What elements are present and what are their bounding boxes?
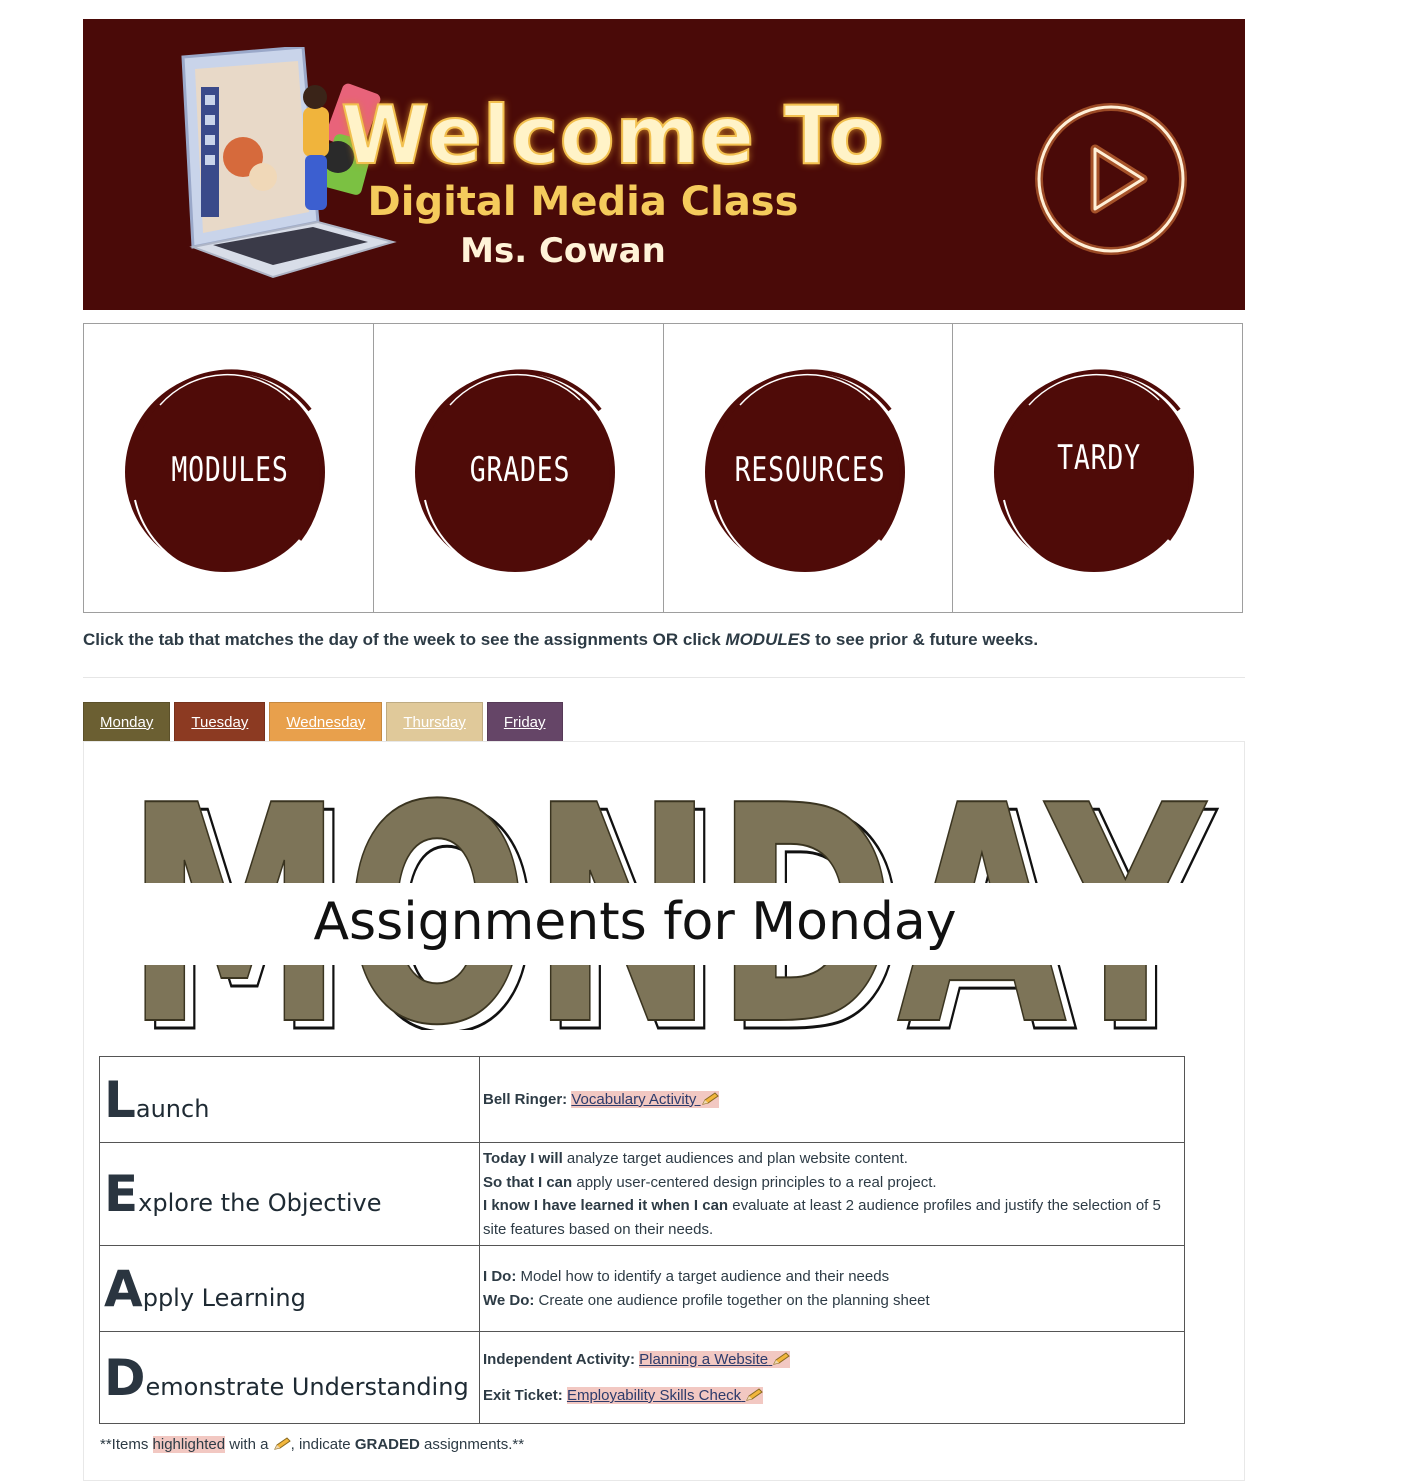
- instruction-text: Click the tab that matches the day of th…: [83, 630, 1039, 649]
- table-row: Apply Learning I Do: Model how to identi…: [99, 1245, 1185, 1332]
- planning-a-website-link[interactable]: Planning a Website: [639, 1350, 791, 1368]
- nav-label: RESOURCES: [734, 450, 885, 490]
- apply-label: Apply Learning: [99, 1245, 480, 1332]
- employability-skills-check-link[interactable]: Employability Skills Check: [566, 1387, 764, 1404]
- launch-content: Bell Ringer: Vocabulary Activity: [479, 1056, 1185, 1143]
- divider: [83, 677, 1245, 678]
- pencil-icon: [746, 1388, 764, 1401]
- nav-grid: MODULES GRADES RESOURCES TARDY: [83, 323, 1243, 613]
- nav-label: MODULES: [171, 450, 289, 490]
- tab-thursday[interactable]: Thursday: [386, 702, 483, 741]
- nav-grades-button[interactable]: GRADES: [374, 324, 664, 612]
- vocabulary-activity-link[interactable]: Vocabulary Activity: [571, 1090, 719, 1108]
- table-row: Demonstrate Understanding Independent Ac…: [99, 1331, 1185, 1424]
- nav-label: TARDY: [1057, 438, 1142, 478]
- day-tabs: Monday Tuesday Wednesday Thursday Friday: [83, 702, 563, 741]
- table-row: Explore the Objective Today I will analy…: [99, 1142, 1185, 1246]
- welcome-banner: Welcome To Digital Media Class Ms. Cowan: [83, 19, 1245, 310]
- instruction-emphasis: MODULES: [725, 630, 811, 649]
- table-row: Launch Bell Ringer: Vocabulary Activity: [99, 1056, 1185, 1143]
- tab-friday[interactable]: Friday: [486, 702, 563, 741]
- nav-resources-button[interactable]: RESOURCES: [664, 324, 954, 612]
- lead-table: Launch Bell Ringer: Vocabulary Activity …: [99, 1056, 1185, 1424]
- graded-footnote: **Items highlighted with a , indicate GR…: [100, 1436, 525, 1453]
- pencil-icon: [773, 1351, 791, 1365]
- play-icon[interactable]: [1033, 101, 1189, 257]
- pencil-icon: [701, 1092, 719, 1105]
- apply-content: I Do: Model how to identify a target aud…: [479, 1245, 1185, 1332]
- tab-wednesday[interactable]: Wednesday: [269, 702, 383, 741]
- assignments-subtitle: Assignments for Monday: [313, 892, 957, 952]
- highlight-sample: highlighted: [152, 1436, 226, 1453]
- demonstrate-content: Independent Activity: Planning a Website…: [479, 1331, 1185, 1424]
- nav-tardy-button[interactable]: TARDY: [953, 324, 1242, 612]
- explore-label: Explore the Objective: [99, 1142, 480, 1246]
- launch-label: Launch: [99, 1056, 480, 1143]
- tab-tuesday[interactable]: Tuesday: [174, 702, 266, 741]
- pencil-icon: [273, 1437, 291, 1450]
- demonstrate-label: Demonstrate Understanding: [99, 1331, 480, 1424]
- explore-content: Today I will analyze target audiences an…: [479, 1142, 1185, 1246]
- nav-label: GRADES: [469, 450, 570, 490]
- nav-modules-button[interactable]: MODULES: [84, 324, 374, 612]
- tab-monday[interactable]: Monday: [83, 702, 171, 741]
